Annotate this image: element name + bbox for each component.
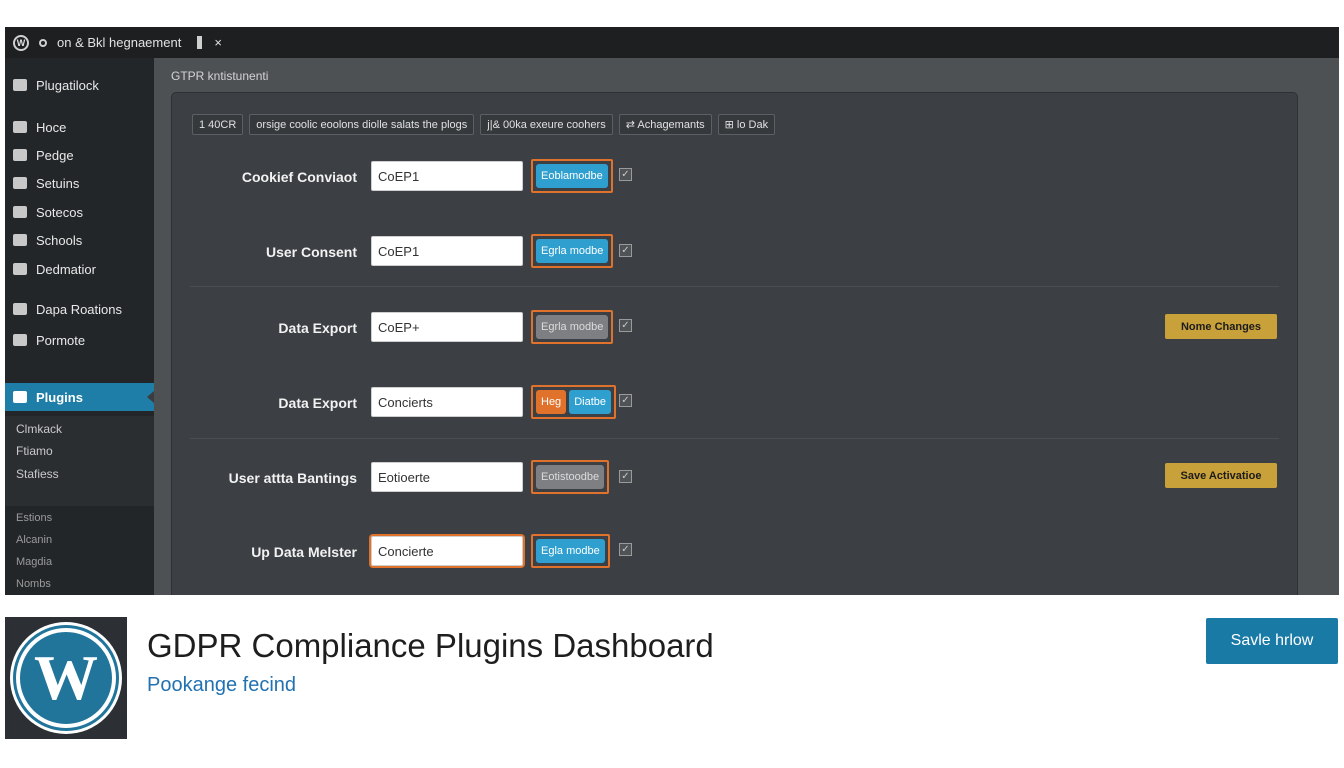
row-checkbox[interactable]: ✓ bbox=[619, 394, 632, 407]
plugin-author-link[interactable]: Pookange fecind bbox=[147, 674, 296, 697]
row-label: User Consent bbox=[265, 244, 357, 260]
sidebar-item-label: Dedmatior bbox=[36, 261, 96, 277]
sidebar-item-sotecos[interactable]: Sotecos bbox=[5, 198, 154, 226]
sidebar-item-label: Setuins bbox=[36, 175, 80, 191]
filter-chip[interactable]: orsige coolic eoolons diolle salats the … bbox=[249, 114, 475, 135]
admin-toolbar: W on & Bkl hegnaement × bbox=[5, 27, 1339, 58]
save-activation-button[interactable]: Save Activatioe bbox=[1165, 463, 1277, 488]
main-content: GTPR kntistunenti 1 40CR orsige coolic e… bbox=[154, 58, 1339, 595]
row-action-button[interactable]: Eoblamodbe bbox=[536, 164, 608, 188]
tab-handle-icon bbox=[197, 36, 203, 49]
sidebar-item-label: Schools bbox=[36, 232, 83, 248]
page-title: GTPR kntistunenti bbox=[171, 69, 269, 83]
house-icon bbox=[13, 303, 27, 315]
plugin-title: GDPR Compliance Plugins Dashboard bbox=[147, 627, 714, 664]
row-input[interactable] bbox=[371, 536, 523, 566]
row-input[interactable] bbox=[371, 236, 523, 266]
sidebar-item-label: Pedge bbox=[36, 147, 74, 163]
pencil-icon bbox=[13, 334, 27, 346]
sidebar-item-schools[interactable]: Schools bbox=[5, 226, 154, 254]
row-action-button[interactable]: Egrla modbe bbox=[536, 315, 609, 339]
sidebar-item-dedmatior[interactable]: Dedmatior bbox=[5, 255, 154, 283]
filter-chip[interactable]: 1 40CR bbox=[192, 114, 244, 135]
row-label: Data Export bbox=[278, 395, 357, 411]
sidebar-item-label: Sotecos bbox=[36, 204, 83, 220]
user-icon bbox=[13, 121, 27, 133]
sidebar-extra-item[interactable]: Magdia bbox=[16, 556, 52, 568]
row-checkbox[interactable]: ✓ bbox=[619, 168, 632, 181]
row-divider bbox=[190, 286, 1279, 287]
speech-bubble-icon bbox=[13, 234, 27, 246]
row-label: Cookief Conviaot bbox=[241, 169, 357, 185]
sidebar-item-home[interactable]: Hoce bbox=[5, 113, 154, 141]
filter-chip[interactable]: ⇄ Achagemants bbox=[618, 114, 712, 135]
sidebar-extra-item[interactable]: Estions bbox=[16, 512, 52, 524]
row-input[interactable] bbox=[371, 161, 523, 191]
sidebar-extra-item[interactable]: Nombs bbox=[16, 578, 51, 590]
plugin-icon bbox=[13, 391, 27, 403]
row-checkbox[interactable]: ✓ bbox=[619, 543, 632, 556]
row-button-group: Egrla modbe bbox=[531, 310, 614, 344]
sidebar-item-dashboard[interactable]: Plugatilock bbox=[5, 71, 154, 99]
row-action-button[interactable]: Egrla modbe bbox=[536, 239, 609, 263]
settings-panel: 1 40CR orsige coolic eoolons diolle sala… bbox=[172, 93, 1297, 595]
sidebar-item-label: Dapa Roations bbox=[36, 301, 122, 317]
filter-chip[interactable]: j|& 00ka exeure coohers bbox=[480, 114, 613, 135]
wordpress-logo-icon: W bbox=[10, 622, 122, 734]
filter-chip[interactable]: ⊞ lo Dak bbox=[717, 114, 776, 135]
row-label: User attta Bantings bbox=[228, 470, 357, 486]
sidebar-item-label: Hoce bbox=[36, 119, 67, 135]
row-button-group: Egrla modbe bbox=[531, 234, 614, 268]
plugin-logo: W bbox=[5, 617, 127, 739]
wrench-icon bbox=[13, 149, 27, 161]
notification-icon[interactable] bbox=[39, 38, 47, 47]
row-action-button[interactable]: Diatbe bbox=[569, 390, 611, 414]
row-button-group: Egla modbe bbox=[531, 534, 610, 568]
row-input[interactable] bbox=[371, 387, 523, 417]
logo-letter: W bbox=[16, 628, 116, 728]
house-icon bbox=[13, 79, 27, 91]
gear-icon bbox=[13, 263, 27, 275]
sidebar-item-settings[interactable]: Setuins bbox=[5, 169, 154, 197]
submenu-item[interactable]: Clmkack bbox=[16, 422, 62, 436]
row-checkbox[interactable]: ✓ bbox=[619, 470, 632, 483]
sidebar-item-label: Plugins bbox=[36, 389, 83, 405]
wordpress-icon[interactable]: W bbox=[13, 34, 29, 51]
row-action-button[interactable]: Egla modbe bbox=[536, 539, 605, 563]
row-checkbox[interactable]: ✓ bbox=[619, 319, 632, 332]
admin-screenshot: W on & Bkl hegnaement × Plugatilock Hoce… bbox=[5, 27, 1339, 595]
site-title[interactable]: on & Bkl hegnaement bbox=[57, 35, 181, 50]
house-icon bbox=[13, 177, 27, 189]
row-input[interactable] bbox=[371, 312, 523, 342]
row-checkbox[interactable]: ✓ bbox=[619, 244, 632, 257]
sidebar-item-plugins[interactable]: Plugins bbox=[5, 383, 154, 411]
row-action-button[interactable]: Eotistoodbe bbox=[536, 465, 605, 489]
row-label: Up Data Melster bbox=[251, 544, 357, 560]
submenu-item[interactable]: Stafiess bbox=[16, 467, 59, 481]
row-action-button[interactable]: Heg bbox=[536, 390, 567, 414]
sidebar-item-label: Pormote bbox=[36, 332, 86, 348]
sidebar-item-label: Plugatilock bbox=[36, 77, 99, 93]
row-divider bbox=[190, 438, 1279, 439]
sidebar-item-pormote[interactable]: Pormote bbox=[5, 326, 154, 354]
row-button-group: Eotistoodbe bbox=[531, 460, 610, 494]
sidebar-item-data-roations[interactable]: Dapa Roations bbox=[5, 295, 154, 323]
row-button-group: Eoblamodbe bbox=[531, 159, 613, 193]
row-button-group: Heg Diatbe bbox=[531, 385, 616, 419]
save-now-button[interactable]: Savle hrlow bbox=[1206, 618, 1338, 664]
name-changes-button[interactable]: Nome Changes bbox=[1165, 314, 1277, 339]
close-icon[interactable]: × bbox=[214, 35, 222, 50]
submenu-item[interactable]: Ftiamo bbox=[16, 444, 53, 458]
sidebar-extra-item[interactable]: Alcanin bbox=[16, 534, 52, 546]
admin-sidebar: Plugatilock Hoce Pedge Setuins Sotecos S… bbox=[5, 58, 154, 595]
sidebar-item-pages[interactable]: Pedge bbox=[5, 141, 154, 169]
row-input[interactable] bbox=[371, 462, 523, 492]
row-label: Data Export bbox=[278, 320, 357, 336]
square-icon bbox=[13, 206, 27, 218]
filter-bar: 1 40CR orsige coolic eoolons diolle sala… bbox=[192, 114, 776, 135]
